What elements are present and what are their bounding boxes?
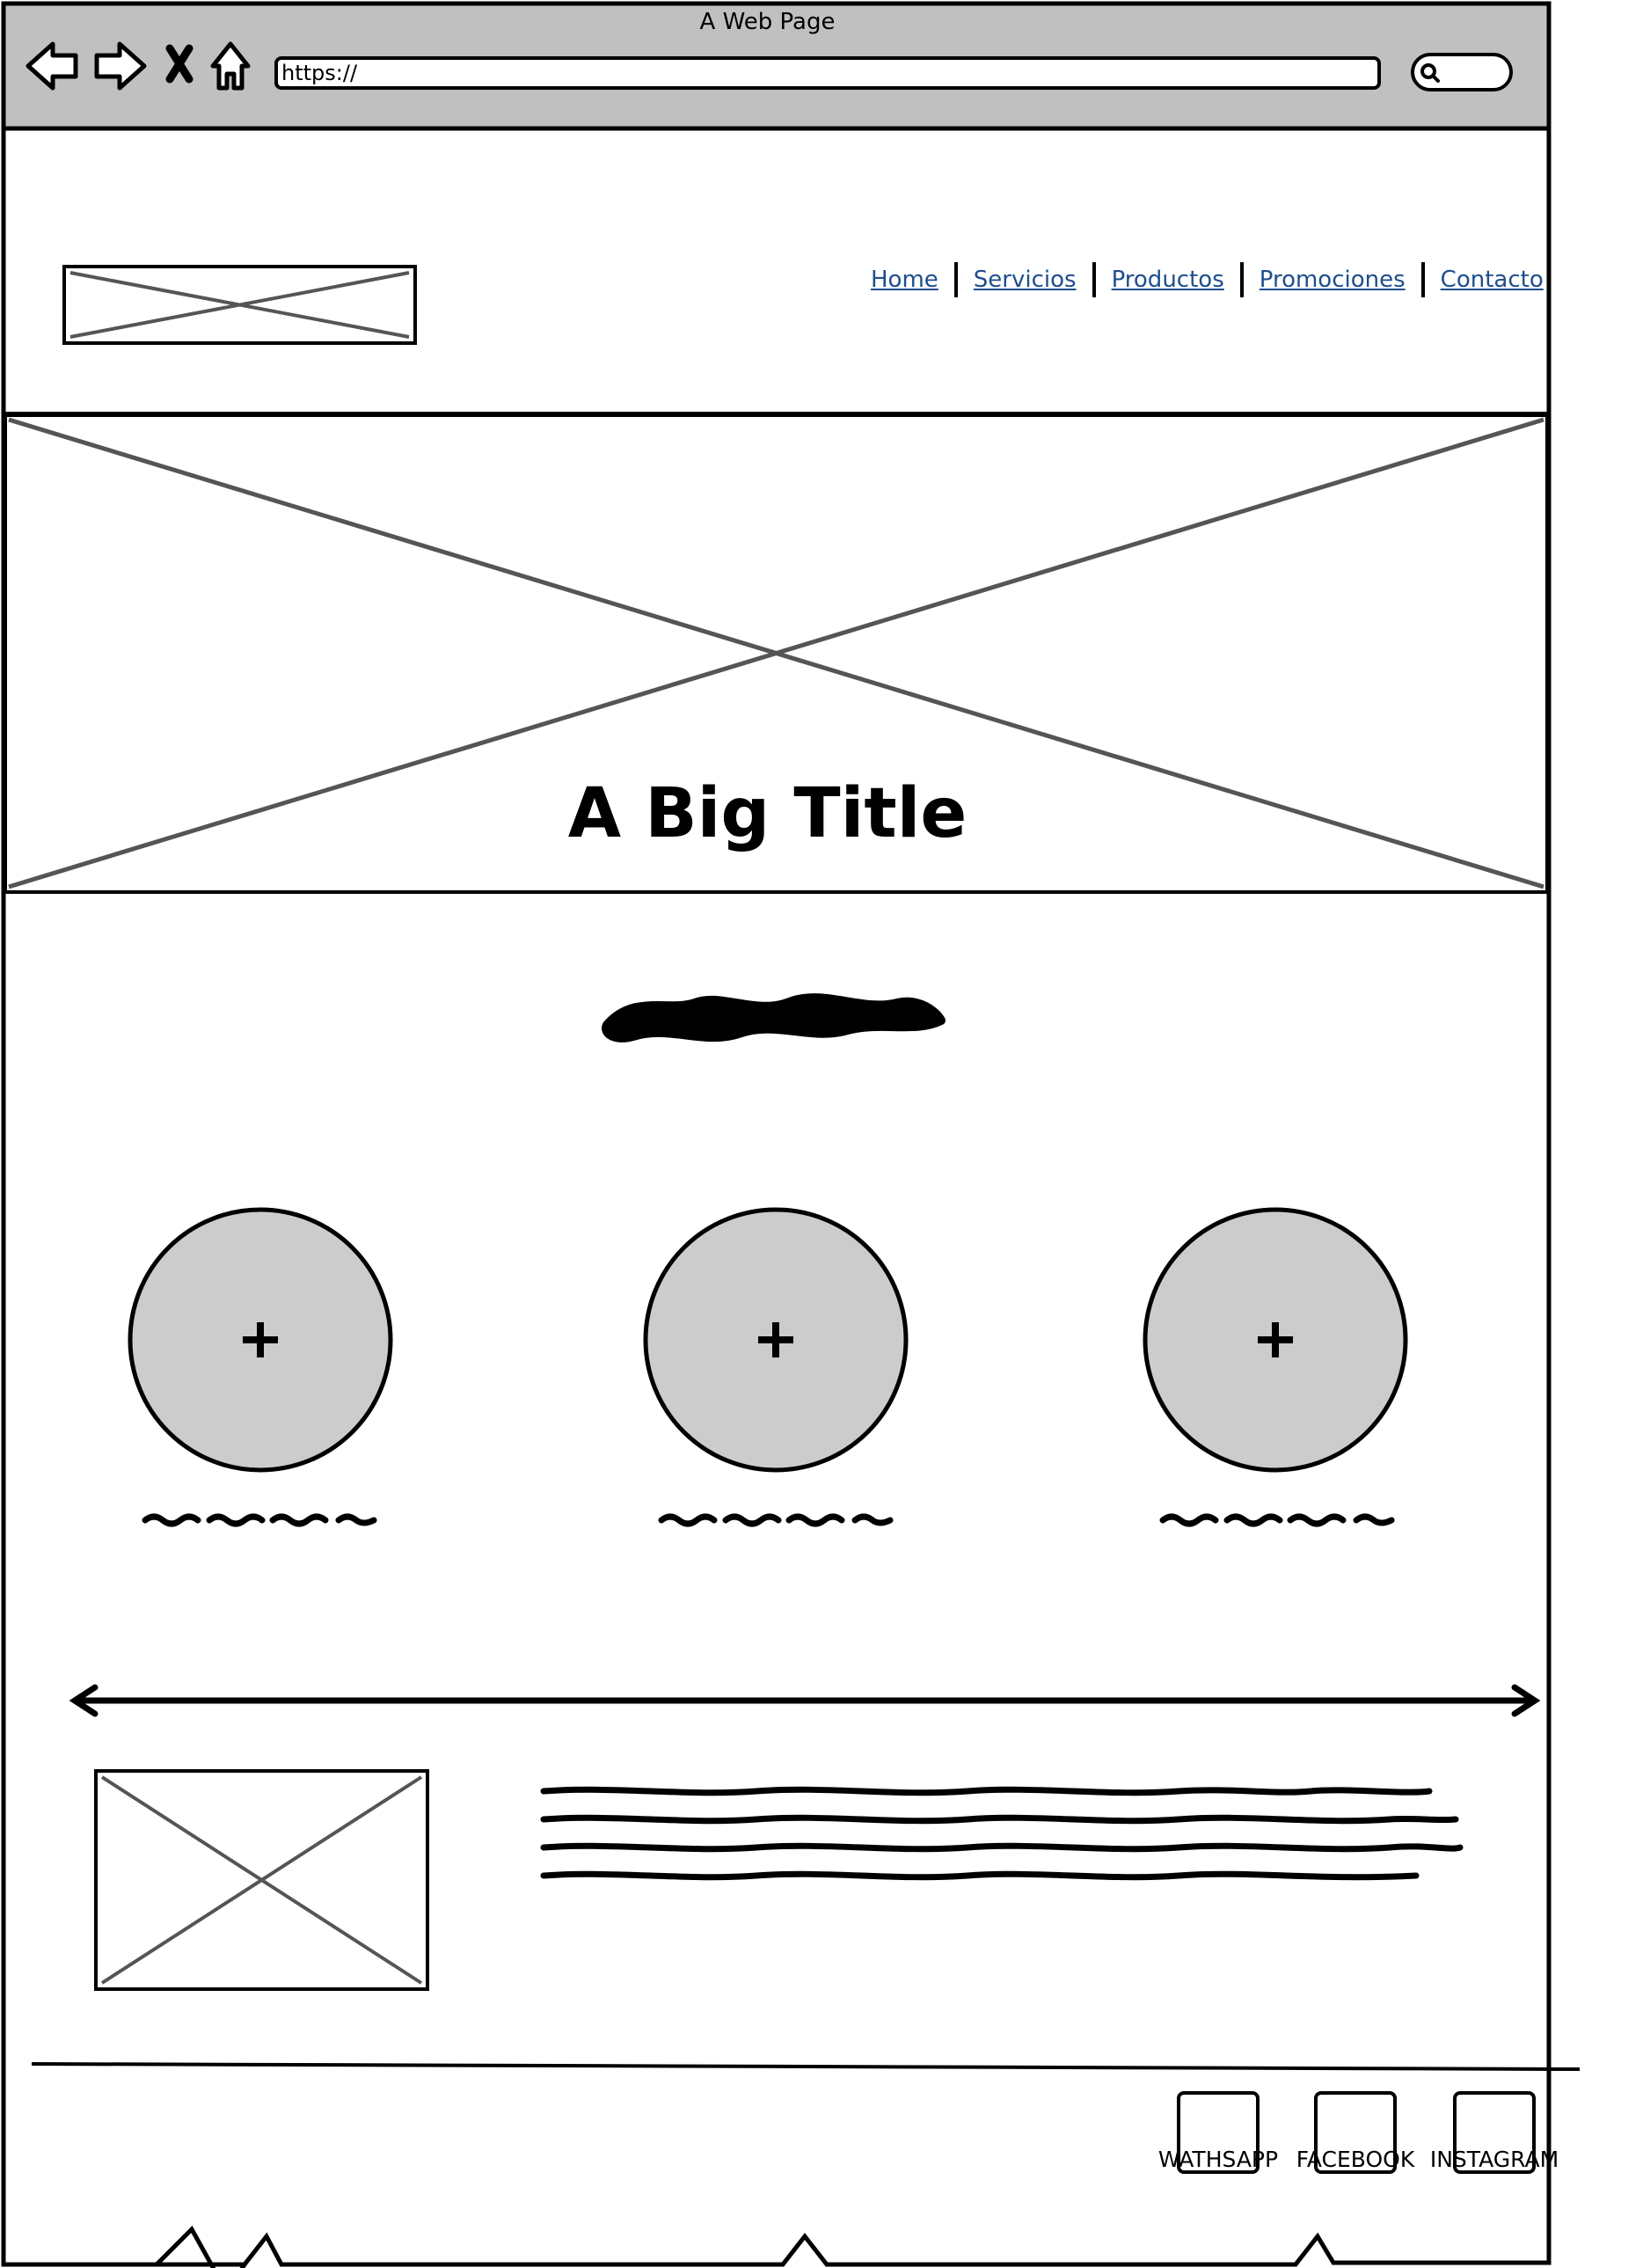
nav-separator — [1239, 262, 1244, 297]
nav-separator — [1420, 262, 1425, 297]
wireframe-canvas — [1, 1, 1581, 2268]
torn-edge — [4, 2225, 247, 2268]
social-label-facebook[interactable]: FACEBOOK — [1285, 2147, 1426, 2172]
url-bar[interactable] — [274, 56, 1381, 90]
url-text: https:// — [281, 61, 358, 85]
feature-caption-scribble — [142, 1513, 1395, 1527]
paragraph-scribble — [540, 1786, 1464, 1881]
double-arrow-divider — [69, 1684, 1541, 1717]
social-label-instagram[interactable]: INSTAGRAM — [1424, 2147, 1565, 2172]
nav-separator — [1092, 262, 1096, 297]
footer-divider — [31, 2062, 1581, 2071]
nav-link-promociones[interactable]: Promociones — [1260, 267, 1406, 293]
main-nav: Home Servicios Productos Promociones Con… — [871, 260, 1544, 299]
hero-title: A Big Title — [567, 774, 968, 853]
nav-link-home[interactable]: Home — [871, 267, 938, 293]
search-icon — [1420, 63, 1440, 83]
nav-link-productos[interactable]: Productos — [1112, 267, 1224, 293]
nav-link-servicios[interactable]: Servicios — [974, 267, 1077, 293]
logo-placeholder — [62, 265, 417, 345]
nav-link-contacto[interactable]: Contacto — [1441, 267, 1544, 293]
browser-search-box[interactable] — [1411, 53, 1513, 91]
window-title: A Web Page — [699, 9, 836, 35]
section-heading-scribble — [602, 993, 946, 1043]
social-label-whatsapp[interactable]: WATHSAPP — [1148, 2147, 1289, 2172]
content-image-placeholder — [94, 1769, 429, 1991]
nav-separator — [953, 262, 958, 297]
